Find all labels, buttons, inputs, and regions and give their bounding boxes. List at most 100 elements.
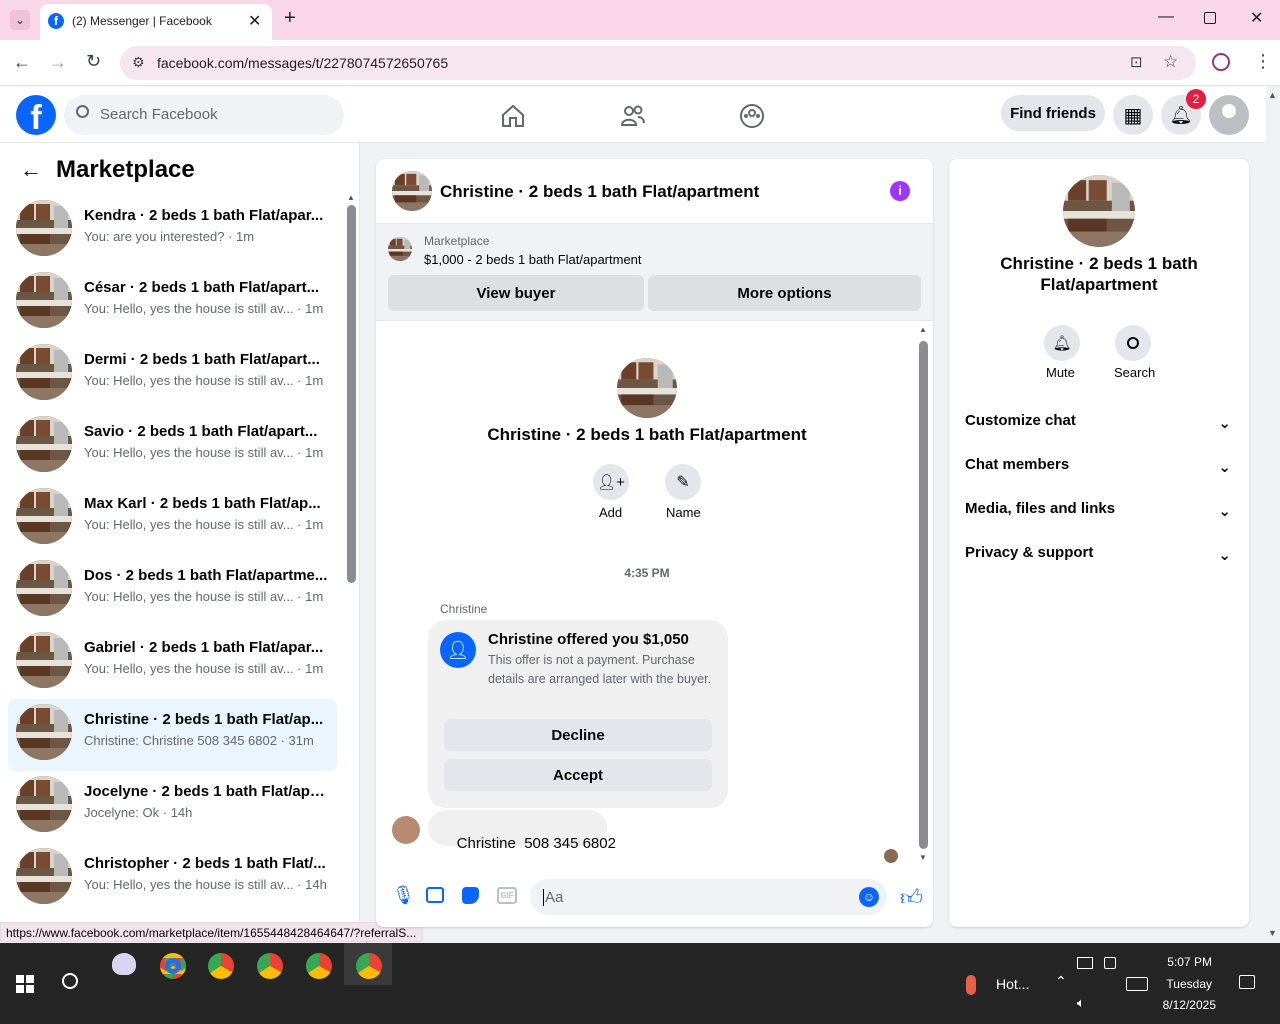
chat-scrollbar[interactable] xyxy=(919,341,928,849)
emoji-icon[interactable]: ☺ xyxy=(859,887,879,907)
profile-name: Christine · 2 beds 1 bath Flat/apartment xyxy=(487,425,807,444)
conversation-item[interactable]: Kendra · 2 beds 1 bath Flat/apar... You: … xyxy=(8,195,337,267)
more-options-button[interactable]: More options xyxy=(648,275,921,311)
conversation-info-icon[interactable]: i xyxy=(890,181,910,201)
media-files-links-section[interactable]: Media, files and links ⌄ xyxy=(965,500,1235,524)
paint-app-icon[interactable] xyxy=(112,953,136,975)
restore-icon[interactable] xyxy=(1204,12,1216,24)
gif-icon[interactable]: GIF xyxy=(497,887,517,904)
friends-icon[interactable] xyxy=(620,103,646,129)
back-arrow-icon[interactable]: ← xyxy=(20,157,42,183)
conversation-item[interactable]: Christine · 2 beds 1 bath Flat/ap... Chri… xyxy=(8,699,337,771)
conversation-item[interactable]: Dermi · 2 beds 1 bath Flat/apart... You: … xyxy=(8,339,337,411)
account-avatar[interactable] xyxy=(1209,95,1249,135)
profile-icon[interactable] xyxy=(1212,53,1230,71)
mute-button[interactable]: 🔔︎ xyxy=(1044,325,1080,361)
conversation-item[interactable]: Christopher · 2 beds 1 bath Flat/... You:… xyxy=(8,843,337,915)
chevron-down-icon: ⌄ xyxy=(1218,415,1231,432)
url-bar[interactable]: ⚙ facebook.com/messages/t/22780745726507… xyxy=(120,46,1196,80)
new-tab-icon[interactable]: + xyxy=(284,7,296,30)
site-settings-icon[interactable]: ⚙ xyxy=(132,54,145,71)
search-label: Search xyxy=(1114,365,1156,380)
conversation-thumbnail xyxy=(16,560,72,616)
windows-start-icon[interactable] xyxy=(16,975,34,993)
conversation-item[interactable]: Savio · 2 beds 1 bath Flat/apart... You: … xyxy=(8,411,337,483)
active-app-highlight[interactable] xyxy=(344,943,392,985)
details-avatar[interactable] xyxy=(1063,175,1135,247)
chat-scroll-down-icon[interactable]: ▼ xyxy=(919,853,927,862)
search-in-conversation-button[interactable] xyxy=(1115,325,1151,361)
volume-icon[interactable]: 🔈︎ xyxy=(1077,995,1085,1011)
sticker-icon[interactable] xyxy=(462,887,479,904)
tab-search-chevron-icon[interactable]: ⌄ xyxy=(10,10,30,30)
find-friends-button[interactable]: Find friends xyxy=(1001,95,1105,131)
conversation-item[interactable]: Max Karl · 2 beds 1 bath Flat/ap... You: … xyxy=(8,483,337,555)
accept-button[interactable]: Accept xyxy=(444,759,712,791)
clock-time[interactable]: 5:07 PM xyxy=(1150,955,1212,969)
thermometer-icon[interactable] xyxy=(966,975,976,995)
facebook-logo-icon[interactable]: f xyxy=(16,95,56,135)
attach-image-icon[interactable] xyxy=(426,887,444,903)
chrome-icon[interactable] xyxy=(208,953,234,979)
seen-avatar xyxy=(884,849,898,863)
listing-thumbnail[interactable] xyxy=(388,237,412,261)
chat-title[interactable]: Christine · 2 beds 1 bath Flat/apartment xyxy=(440,182,759,202)
profile-avatar-large[interactable] xyxy=(617,358,677,418)
message-input[interactable]: Aa ☺ xyxy=(530,879,887,915)
conversation-thumbnail xyxy=(16,272,72,328)
page-scrollbar-down-icon[interactable]: ▼ xyxy=(1268,928,1277,938)
page-scrollbar-up-icon[interactable]: ▲ xyxy=(1268,90,1277,100)
browser-tab[interactable]: f (2) Messenger | Facebook ✕ xyxy=(40,4,272,40)
bookmark-star-icon[interactable]: ☆ xyxy=(1163,52,1178,72)
chat-header-avatar[interactable] xyxy=(392,171,432,211)
customize-chat-section[interactable]: Customize chat ⌄ xyxy=(965,412,1235,436)
network-icon[interactable] xyxy=(1077,957,1093,969)
conversation-item[interactable]: Dos · 2 beds 1 bath Flat/apartme... You: … xyxy=(8,555,337,627)
name-chat-button[interactable]: ✎ xyxy=(665,464,701,500)
conversation-item[interactable]: Jocelyne · 2 beds 1 bath Flat/apa... Joce… xyxy=(8,771,337,843)
chrome-profile-1-icon[interactable] xyxy=(160,953,186,979)
chrome-profile-3-icon[interactable] xyxy=(306,953,332,979)
conversation-list-scrollbar[interactable] xyxy=(347,205,356,583)
conversation-preview: You: Hello, yes the house is still av...… xyxy=(84,373,324,388)
microphone-icon[interactable]: 🎙︎ xyxy=(392,885,415,906)
listing-detail[interactable]: $1,000 - 2 beds 1 bath Flat/apartment xyxy=(424,252,642,267)
notifications-center-icon[interactable] xyxy=(1239,975,1255,989)
chrome-profile-2-icon[interactable] xyxy=(257,953,283,979)
avatar-person-icon xyxy=(1222,104,1236,118)
message-bubble[interactable]: Christine 508 345 6802 xyxy=(428,810,616,852)
conversation-title: Max Karl · 2 beds 1 bath Flat/ap... xyxy=(84,495,321,512)
chat-members-section[interactable]: Chat members ⌄ xyxy=(965,456,1235,480)
conversation-item[interactable]: Gabriel · 2 beds 1 bath Flat/apar... You:… xyxy=(8,627,337,699)
show-hidden-icons-icon[interactable]: ⌃ xyxy=(1055,973,1067,990)
home-icon[interactable] xyxy=(500,103,526,129)
facebook-search-input[interactable]: Search Facebook xyxy=(64,95,344,135)
browser-menu-icon[interactable]: ⋮ xyxy=(1254,51,1272,72)
url-text: facebook.com/messages/t/2278074572650765 xyxy=(157,55,449,71)
weather-text[interactable]: Hot... xyxy=(996,976,1029,992)
add-people-button[interactable]: 👤︎+ xyxy=(593,464,629,500)
chat-scroll-up-icon[interactable]: ▲ xyxy=(919,325,927,334)
privacy-support-section[interactable]: Privacy & support ⌄ xyxy=(965,544,1235,568)
tab-close-icon[interactable]: ✕ xyxy=(248,11,261,31)
browser-tab-bar: ⌄ f (2) Messenger | Facebook ✕ + — ✕ xyxy=(0,0,1280,40)
forward-icon[interactable]: → xyxy=(49,52,67,73)
close-window-icon[interactable]: ✕ xyxy=(1250,8,1263,28)
minimize-icon[interactable]: — xyxy=(1158,8,1174,26)
groups-icon[interactable] xyxy=(739,103,765,129)
message-placeholder: Aa xyxy=(545,889,564,906)
view-buyer-button[interactable]: View buyer xyxy=(388,275,644,311)
back-icon[interactable]: ← xyxy=(13,52,31,73)
decline-button[interactable]: Decline xyxy=(444,719,712,751)
meet-now-icon[interactable] xyxy=(1104,957,1116,969)
reload-icon[interactable]: ↻ xyxy=(86,51,101,72)
keyboard-icon[interactable] xyxy=(1126,977,1148,991)
taskbar-search-icon[interactable] xyxy=(62,973,78,989)
grid-icon: ▦ xyxy=(1123,104,1143,127)
scroll-up-icon[interactable]: ▲ xyxy=(347,193,355,202)
thumbs-up-icon[interactable]: 👍︎ xyxy=(900,884,923,911)
menu-grid-button[interactable]: ▦ xyxy=(1113,95,1153,135)
sender-avatar[interactable] xyxy=(392,816,420,844)
conversation-item[interactable]: César · 2 beds 1 bath Flat/apart... You: … xyxy=(8,267,337,339)
install-app-icon[interactable]: ⊡ xyxy=(1130,53,1143,71)
